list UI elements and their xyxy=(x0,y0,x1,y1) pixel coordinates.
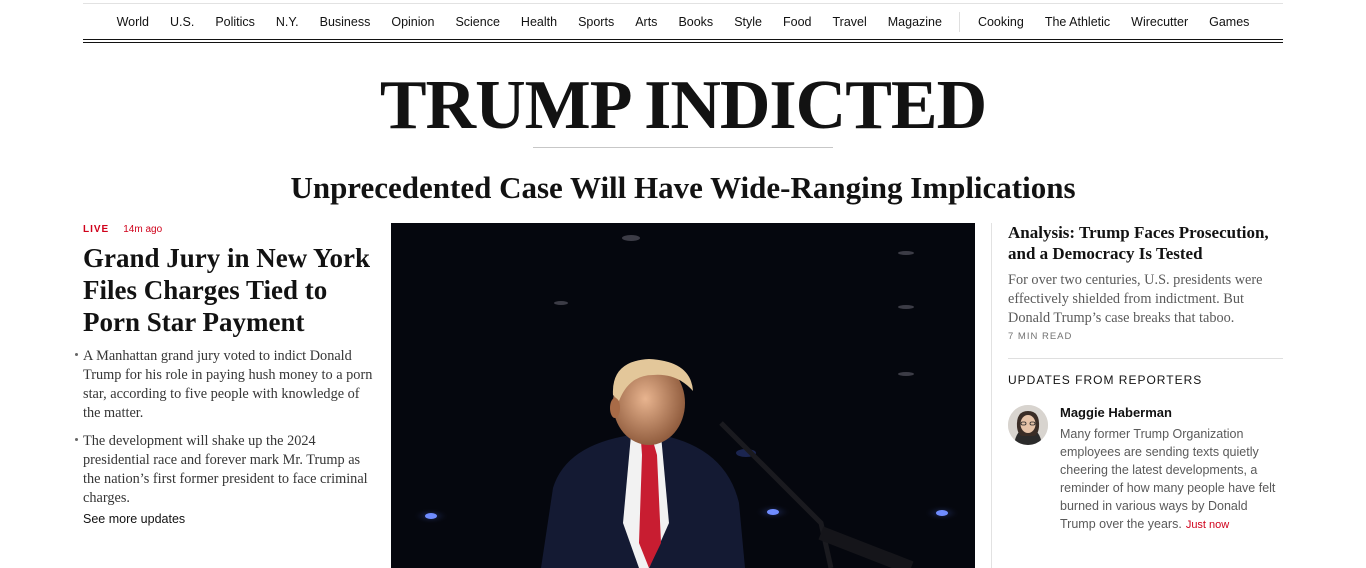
lead-story: LIVE 14m ago Grand Jury in New York File… xyxy=(75,222,378,526)
reporter-update[interactable]: Maggie Haberman Many former Trump Organi… xyxy=(1008,405,1283,534)
summary-bullet: A Manhattan grand jury voted to indict D… xyxy=(75,347,378,423)
nav-item-u-s[interactable]: U.S. xyxy=(160,15,205,29)
right-rail-divider xyxy=(1008,358,1283,359)
banner-subheadline[interactable]: Unprecedented Case Will Have Wide-Rangin… xyxy=(0,168,1366,208)
nav-rule-bottom xyxy=(83,42,1283,43)
nav-item-world[interactable]: World xyxy=(106,15,159,29)
lead-photo[interactable] xyxy=(391,223,975,568)
nav-item-wirecutter[interactable]: Wirecutter xyxy=(1121,15,1199,29)
reporter-portrait-icon xyxy=(1008,405,1048,445)
nav-item-magazine[interactable]: Magazine xyxy=(877,15,952,29)
lead-story-title[interactable]: Grand Jury in New York Files Charges Tie… xyxy=(83,242,378,338)
reporter-name[interactable]: Maggie Haberman xyxy=(1060,405,1283,421)
nav-item-arts[interactable]: Arts xyxy=(625,15,668,29)
see-more-updates-link[interactable]: See more updates xyxy=(83,512,378,526)
reporter-update-time: Just now xyxy=(1185,519,1230,531)
nav-item-style[interactable]: Style xyxy=(724,15,773,29)
reporter-update-message: Many former Trump Organization employees… xyxy=(1060,427,1276,531)
headline-divider xyxy=(533,147,833,148)
banner-headline[interactable]: TRUMP INDICTED xyxy=(0,66,1366,146)
read-time: 7 MIN READ xyxy=(1008,331,1073,342)
updates-section-label: UPDATES FROM REPORTERS xyxy=(1008,373,1203,387)
right-rail: Analysis: Trump Faces Prosecution, and a… xyxy=(1008,222,1283,534)
nav-item-games[interactable]: Games xyxy=(1199,15,1260,29)
nav-item-food[interactable]: Food xyxy=(772,15,822,29)
reporter-update-text: Many former Trump Organization employees… xyxy=(1060,425,1283,534)
nav-item-the-athletic[interactable]: The Athletic xyxy=(1034,15,1120,29)
nav-item-sports[interactable]: Sports xyxy=(568,15,625,29)
nav-item-politics[interactable]: Politics xyxy=(205,15,266,29)
nav-item-cooking[interactable]: Cooking xyxy=(967,15,1034,29)
nav-item-health[interactable]: Health xyxy=(510,15,567,29)
live-timestamp: 14m ago xyxy=(123,223,163,235)
nav-item-travel[interactable]: Travel xyxy=(822,15,877,29)
section-nav: World U.S. Politics N.Y. Business Opinion Scie… xyxy=(83,4,1283,40)
column-divider xyxy=(991,223,992,568)
analysis-headline[interactable]: Analysis: Trump Faces Prosecution, and a… xyxy=(1008,222,1283,264)
summary-bullet: The development will shake up the 2024 p… xyxy=(75,432,378,508)
live-indicator: LIVE 14m ago xyxy=(83,222,378,236)
nav-item-books[interactable]: Books xyxy=(668,15,724,29)
reporter-update-body: Maggie Haberman Many former Trump Organi… xyxy=(1060,405,1283,534)
nav-separator xyxy=(959,12,961,32)
nav-item-business[interactable]: Business xyxy=(309,15,381,29)
reporter-avatar xyxy=(1008,405,1048,445)
analysis-summary: For over two centuries, U.S. presidents … xyxy=(1008,272,1263,326)
live-label: LIVE xyxy=(83,223,110,235)
nav-item-science[interactable]: Science xyxy=(445,15,510,29)
nav-rule-top xyxy=(83,39,1283,40)
nav-item-opinion[interactable]: Opinion xyxy=(381,15,445,29)
trump-photo-illustration xyxy=(391,223,975,568)
nav-item-n-y[interactable]: N.Y. xyxy=(265,15,309,29)
